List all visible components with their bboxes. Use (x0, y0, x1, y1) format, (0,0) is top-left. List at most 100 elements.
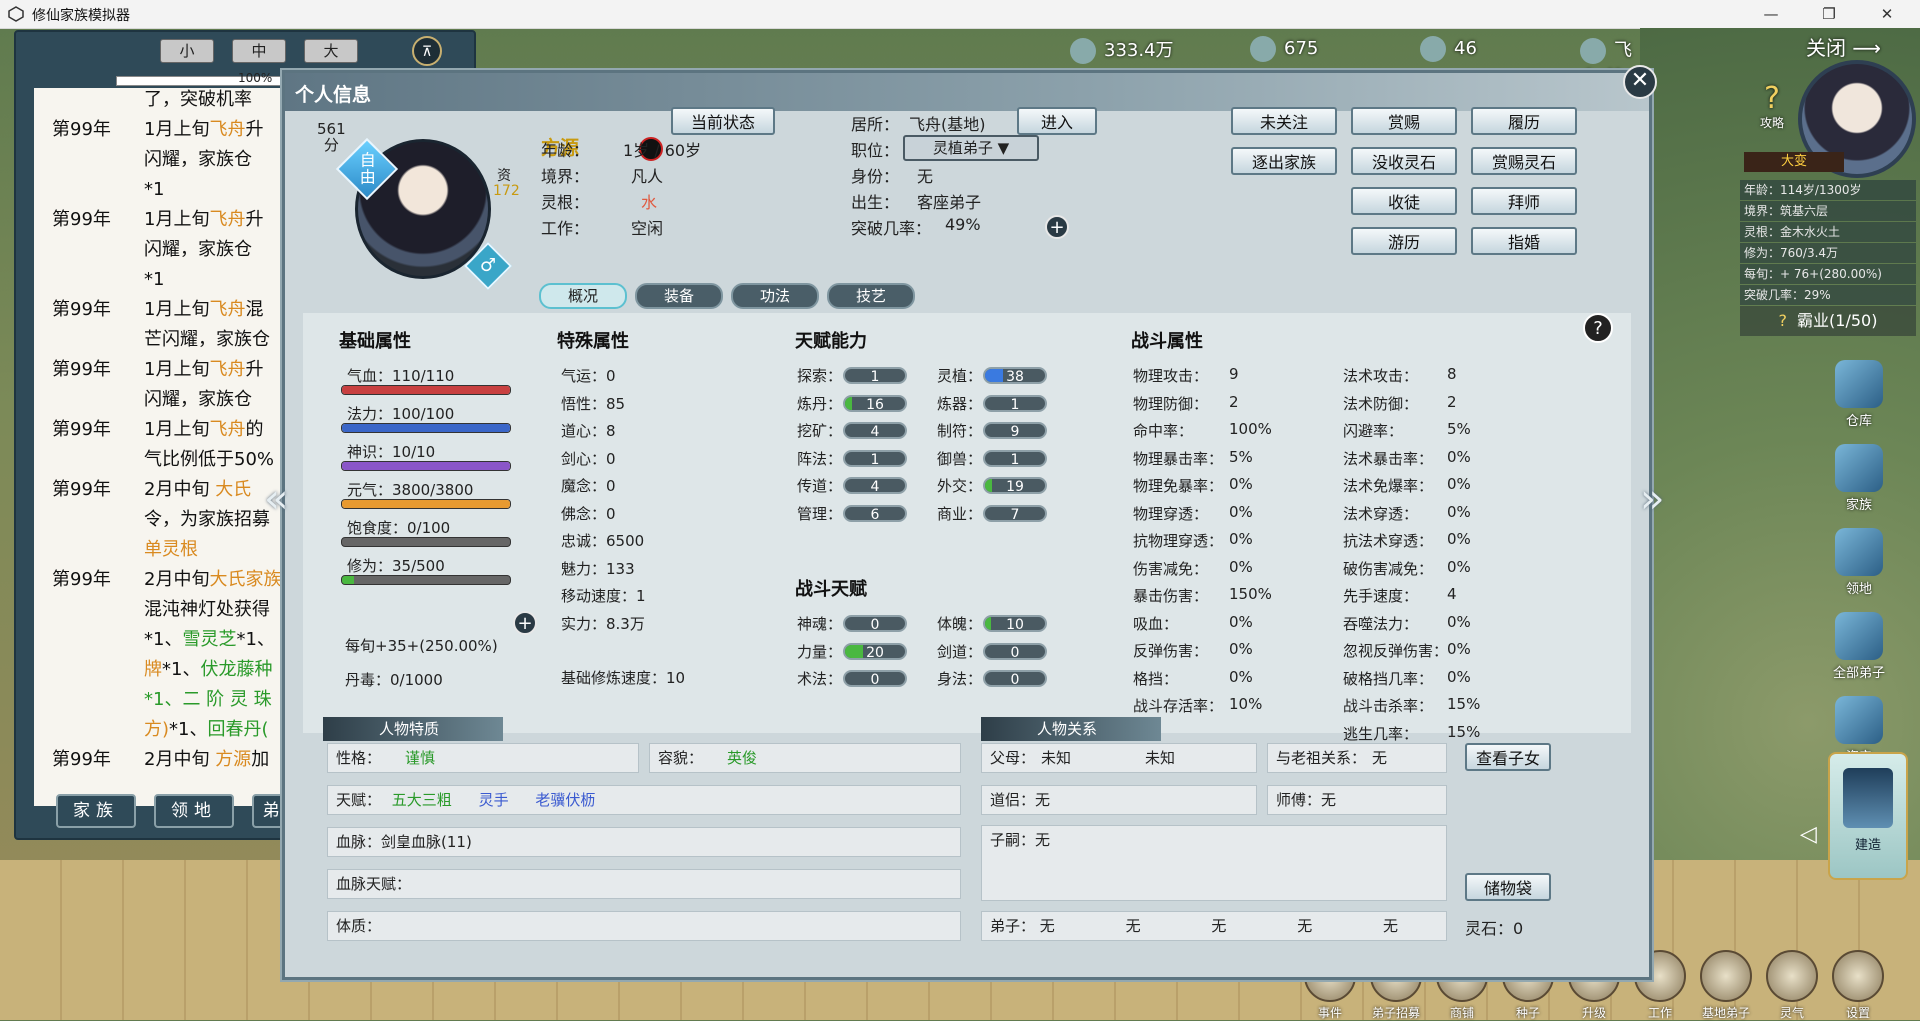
master-value: 无 (1321, 791, 1337, 809)
reward-lingshi-button[interactable]: 赏赐灵石 (1471, 147, 1577, 175)
current-status-button[interactable]: 当前状态 (671, 107, 775, 135)
follow-button[interactable]: 未关注 (1231, 107, 1337, 135)
combat-attr-name: 伤害减免： (1133, 559, 1209, 578)
dabian-badge: 大变 (1744, 152, 1844, 172)
talent-name: 身法： (937, 670, 983, 688)
collapse-arrow-icon[interactable]: ◁ (1800, 822, 1817, 847)
expel-button[interactable]: 逐出家族 (1231, 147, 1337, 175)
menu-warehouse[interactable]: 仓库 (1824, 360, 1894, 440)
help-icon[interactable]: ? (1583, 313, 1613, 343)
log-text: *1、二 阶 灵 珠 (144, 685, 272, 715)
question-icon: ? (1778, 311, 1788, 330)
tab-equipment[interactable]: 装备 (635, 283, 723, 309)
talent-name: 挖矿： (797, 422, 843, 440)
log-text-part: 单灵根 (144, 539, 198, 560)
combat-attr-value: 9 (1229, 365, 1239, 383)
log-tab-territory[interactable]: 领地 (154, 794, 234, 828)
view-children-button[interactable]: 查看子女 (1465, 743, 1551, 771)
arrange-marriage-button[interactable]: 指婚 (1471, 227, 1577, 255)
enter-button[interactable]: 进入 (1017, 107, 1097, 135)
size-large-button[interactable]: 大 (304, 39, 358, 63)
menu-family[interactable]: 家族 (1824, 444, 1894, 524)
close-game-panel-button[interactable]: 关闭 ⟶ (1806, 32, 1881, 61)
combat-attr-value: 0% (1447, 612, 1471, 631)
basic-bar-label: 修为：35/500 (347, 557, 445, 575)
bottom-settings-label: 设置 (1845, 1006, 1870, 1020)
cultivation-plus-button[interactable]: + (513, 611, 537, 635)
bottom-work-label: 工作 (1647, 1006, 1672, 1020)
reward-button[interactable]: 赏赐 (1351, 107, 1457, 135)
patriarch-stats: 年龄：114岁/1300岁 境界：筑基六层 灵根：金木水火土 修为：760/3.… (1740, 180, 1916, 306)
basic-bar-fill (342, 576, 354, 584)
log-text: *1 (144, 179, 165, 200)
close-window-button[interactable]: ✕ (1864, 0, 1910, 28)
scroll-top-icon[interactable]: ⊼ (412, 36, 442, 66)
disciples-label: 弟子： (990, 917, 1036, 935)
disciple-2: 无 (1125, 917, 1141, 935)
combat-attr-value: 0% (1447, 447, 1471, 466)
talent-number: 0 (1010, 644, 1020, 660)
combat-attr-name: 战斗存活率： (1133, 697, 1224, 715)
tab-techniques[interactable]: 功法 (731, 283, 819, 309)
talent-name: 体魄： (937, 615, 983, 633)
log-text-part: 飞舟 (209, 359, 246, 380)
confiscate-lingshi-button[interactable]: 没收灵石 (1351, 147, 1457, 175)
talent-name: 管理： (797, 504, 843, 523)
log-text: 牌*1、伏龙藤种 (144, 655, 272, 685)
trait-wudasancu[interactable]: 五大三粗 (392, 791, 452, 809)
combat-attr-value: 0% (1229, 530, 1253, 548)
guide-button[interactable]: ? 攻略 (1750, 84, 1794, 131)
menu-all-disciples[interactable]: 全部弟子 (1824, 612, 1894, 692)
size-small-button[interactable]: 小 (160, 39, 214, 63)
breakthrough-label: 突破几率： (851, 219, 932, 238)
territory-icon (1835, 528, 1883, 576)
tab-overview[interactable]: 概况 (539, 283, 627, 309)
special-attr: 魅力：133 (561, 559, 635, 578)
special-attr: 魔念：0 (561, 477, 616, 495)
log-text-part: 牌 (144, 659, 162, 680)
tab-skills[interactable]: 技艺 (827, 283, 915, 309)
log-text: 芒闪耀，家族仓 (144, 329, 270, 350)
resource-population: 675 (1250, 36, 1318, 62)
bottom-lingqi[interactable]: 灵气 (1762, 950, 1822, 1020)
talent-number: 4 (870, 479, 880, 494)
size-medium-button[interactable]: 中 (232, 39, 286, 63)
special-attr: 剑心：0 (561, 449, 616, 468)
position-select[interactable]: 灵植弟子 ▼ (903, 135, 1039, 161)
history-button[interactable]: 履历 (1471, 107, 1577, 135)
combat-attr-value: 0% (1447, 475, 1471, 493)
log-text-part: 的 (245, 419, 264, 440)
basic-bar (341, 385, 511, 395)
log-tab-family[interactable]: 家族 (56, 794, 136, 828)
breakthrough-plus-button[interactable]: + (1045, 215, 1069, 239)
birth-value: 客座弟子 (917, 193, 982, 212)
personal-info-dialog: 个人信息 ✕ 561 分 自由 资 172 ♂ 方源 当前状态 年龄： 1岁 / … (282, 65, 1657, 980)
minimize-button[interactable]: — (1748, 0, 1794, 28)
log-text: 2月中旬大氏家族 (144, 565, 281, 595)
dialog-close-button[interactable]: ✕ (1623, 65, 1657, 99)
identity-label: 身份： (851, 167, 900, 186)
storage-bag-button[interactable]: 储物袋 (1465, 873, 1551, 901)
travel-button[interactable]: 游历 (1351, 227, 1457, 255)
bottom-settings[interactable]: 设置 (1828, 950, 1888, 1020)
window-title: 修仙家族模拟器 (32, 8, 130, 24)
bottom-base-disciples[interactable]: 基地弟子 (1696, 950, 1756, 1020)
combat-attr-name: 物理免暴率： (1133, 477, 1224, 495)
restore-button[interactable]: ❐ (1806, 0, 1852, 28)
trait-laojifuli[interactable]: 老骥伏枥 (535, 791, 595, 809)
trait-lingshou[interactable]: 灵手 (479, 791, 509, 809)
take-apprentice-button[interactable]: 收徒 (1351, 187, 1457, 215)
combat-attr-value: 2 (1229, 392, 1239, 411)
next-character-arrow[interactable]: » (1640, 476, 1664, 522)
prev-character-arrow[interactable]: « (264, 476, 288, 522)
hegemony-button[interactable]: ? 霸业(1/50) (1740, 306, 1916, 336)
talent-number: 38 (1006, 369, 1024, 384)
talent-name: 术法： (797, 670, 843, 688)
menu-territory[interactable]: 领地 (1824, 528, 1894, 608)
combat-attr-value: 100% (1229, 420, 1272, 438)
become-apprentice-button[interactable]: 拜师 (1471, 187, 1577, 215)
special-attrs-title: 特殊属性 (557, 331, 629, 352)
log-text-part: 升 (245, 119, 264, 140)
talent-number: 10 (1006, 617, 1024, 632)
build-button[interactable]: 建造 (1828, 752, 1908, 880)
